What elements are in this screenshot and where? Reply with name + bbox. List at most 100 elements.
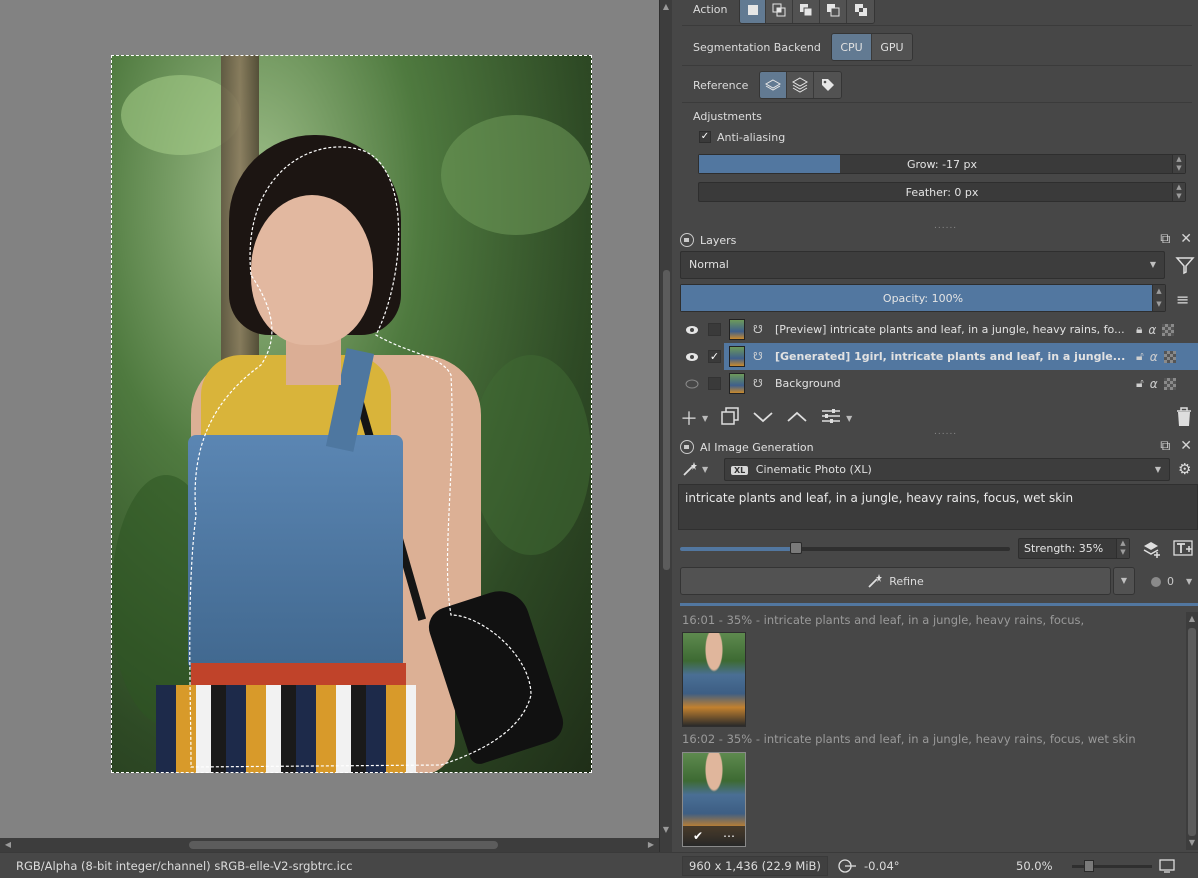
lock-icon[interactable]: 🔓︎ bbox=[1136, 376, 1144, 391]
float-dock-icon[interactable]: ⧉ bbox=[1160, 231, 1170, 247]
opacity-spinner[interactable]: ▲ ▼ bbox=[1152, 285, 1165, 311]
prompt-input[interactable]: intricate plants and leaf, in a jungle, … bbox=[678, 484, 1198, 530]
refine-button[interactable]: Refine bbox=[680, 567, 1111, 595]
chevron-down-icon: ▼ bbox=[1154, 465, 1161, 474]
gpu-button[interactable]: GPU bbox=[872, 34, 912, 60]
symmetric-difference-icon bbox=[854, 4, 867, 16]
refine-options-button[interactable]: ▼ bbox=[1113, 567, 1135, 595]
subtract-mode-button[interactable] bbox=[820, 0, 847, 23]
scroll-right-icon[interactable]: ▶ bbox=[645, 840, 657, 850]
anti-aliasing-checkbox[interactable]: ✓ bbox=[699, 131, 711, 143]
scroll-up-icon[interactable]: ▲ bbox=[1186, 614, 1198, 624]
visibility-eye-icon[interactable] bbox=[684, 322, 700, 338]
queue-indicator[interactable]: 0 ▼ bbox=[1151, 575, 1192, 588]
layer-select-checkbox[interactable] bbox=[708, 323, 721, 336]
scrollbar-thumb[interactable] bbox=[663, 270, 670, 570]
scroll-left-icon[interactable]: ◀ bbox=[2, 840, 14, 850]
apply-check-icon[interactable]: ✔ bbox=[693, 829, 703, 843]
settings-gear-icon[interactable]: ⚙ bbox=[1178, 460, 1191, 478]
symmetric-mode-button[interactable] bbox=[847, 0, 874, 23]
feather-spinner[interactable]: ▲ ▼ bbox=[1172, 183, 1185, 201]
cpu-button[interactable]: CPU bbox=[832, 34, 872, 60]
replace-mode-button[interactable] bbox=[740, 0, 766, 23]
region-icon[interactable] bbox=[1142, 540, 1162, 561]
layer-row[interactable]: ☋ [Preview] intricate plants and leaf, in… bbox=[680, 316, 1198, 343]
close-dock-icon[interactable]: ✕ bbox=[1180, 438, 1192, 454]
scrollbar-thumb[interactable] bbox=[189, 841, 498, 849]
transparency-icon[interactable] bbox=[1162, 323, 1175, 336]
scroll-up-icon[interactable]: ▲ bbox=[660, 2, 672, 12]
transparency-icon[interactable] bbox=[1163, 350, 1176, 363]
layer-select-checkbox[interactable] bbox=[708, 377, 721, 390]
chevron-down-icon[interactable]: ▼ bbox=[846, 414, 852, 423]
layer-row[interactable]: ✓ ☋ [Generated] 1girl, intricate plants an… bbox=[680, 343, 1198, 370]
layers-title: Layers bbox=[700, 233, 737, 247]
rotation-control[interactable]: -0.04° bbox=[838, 859, 900, 873]
add-mode-button[interactable] bbox=[793, 0, 820, 23]
history-scrollbar[interactable]: ▲ ▼ bbox=[1186, 612, 1198, 850]
xl-badge-icon: XL bbox=[731, 466, 749, 475]
thumbnail-actions: ✔ ⋯ bbox=[683, 826, 745, 846]
dock-lock-icon[interactable] bbox=[680, 233, 694, 247]
close-dock-icon[interactable]: ✕ bbox=[1180, 231, 1192, 247]
scroll-down-icon[interactable]: ▼ bbox=[1186, 838, 1198, 848]
image-dimensions[interactable]: 960 x 1,436 (22.9 MiB) bbox=[682, 856, 828, 876]
grow-slider[interactable]: Grow: -17 px ▲ ▼ bbox=[698, 154, 1186, 174]
dock-resize-grip[interactable]: ...... bbox=[934, 427, 957, 437]
canvas-image[interactable] bbox=[111, 55, 592, 773]
ai-dock-title: AI Image Generation bbox=[680, 440, 814, 454]
visibility-eye-icon[interactable] bbox=[684, 349, 700, 365]
zoom-slider[interactable] bbox=[1072, 860, 1152, 872]
alpha-lock-icon[interactable]: α bbox=[1150, 377, 1158, 391]
zoom-value[interactable]: 50.0% bbox=[1016, 859, 1053, 873]
chevron-down-icon[interactable]: ▼ bbox=[702, 414, 708, 423]
zoom-slider-handle[interactable] bbox=[1084, 860, 1094, 872]
strength-spinner[interactable]: ▲ ▼ bbox=[1116, 539, 1129, 558]
add-icon bbox=[800, 4, 813, 17]
opacity-slider[interactable]: Opacity: 100% ▲ ▼ bbox=[680, 284, 1166, 312]
alpha-lock-icon[interactable]: α bbox=[1148, 323, 1156, 337]
move-layer-up-icon[interactable] bbox=[786, 408, 808, 429]
scroll-down-icon[interactable]: ▼ bbox=[660, 825, 672, 835]
workspace-mode-button[interactable]: ▼ bbox=[682, 461, 708, 477]
history-thumbnail[interactable] bbox=[682, 632, 746, 727]
reference-labeled-button[interactable] bbox=[814, 72, 841, 98]
strength-slider-track[interactable] bbox=[680, 542, 1010, 554]
reference-layer-button[interactable] bbox=[760, 72, 787, 98]
dock-resize-grip[interactable]: ...... bbox=[934, 221, 957, 231]
more-options-icon[interactable]: ⋯ bbox=[723, 829, 735, 843]
strength-spinbox[interactable]: Strength: 35% ▲ ▼ bbox=[1018, 538, 1130, 559]
scrollbar-thumb[interactable] bbox=[1188, 628, 1196, 836]
text-prompt-icon[interactable] bbox=[1172, 538, 1196, 561]
duplicate-layer-icon[interactable] bbox=[720, 406, 740, 431]
grow-spinner[interactable]: ▲ ▼ bbox=[1172, 155, 1185, 173]
lock-icon[interactable]: 🔒︎ bbox=[1136, 322, 1142, 337]
layer-row[interactable]: ☋ Background 🔓︎ α bbox=[680, 370, 1198, 397]
dock-lock-icon[interactable] bbox=[680, 440, 694, 454]
filter-icon[interactable] bbox=[1174, 254, 1196, 276]
intersect-icon bbox=[772, 3, 786, 17]
canvas-area[interactable] bbox=[0, 0, 659, 838]
delete-layer-icon[interactable] bbox=[1174, 406, 1194, 431]
feather-slider[interactable]: Feather: 0 px ▲ ▼ bbox=[698, 182, 1186, 202]
canvas-horizontal-scrollbar[interactable]: ◀ ▶ bbox=[0, 838, 659, 852]
visibility-eye-icon[interactable] bbox=[684, 376, 700, 392]
transparency-icon[interactable] bbox=[1163, 377, 1176, 390]
intersect-mode-button[interactable] bbox=[766, 0, 793, 23]
blend-mode-select[interactable]: Normal ▼ bbox=[680, 251, 1165, 279]
alpha-lock-icon[interactable]: α bbox=[1150, 350, 1158, 364]
strength-slider-handle[interactable] bbox=[789, 542, 802, 554]
display-icon[interactable] bbox=[1158, 858, 1176, 877]
float-dock-icon[interactable]: ⧉ bbox=[1160, 438, 1170, 454]
style-select[interactable]: XL Cinematic Photo (XL) ▼ bbox=[724, 458, 1170, 481]
layer-properties-icon[interactable] bbox=[820, 407, 842, 430]
layer-menu-icon[interactable]: ≡ bbox=[1176, 290, 1189, 309]
history-thumbnail-selected[interactable]: ✔ ⋯ bbox=[682, 752, 746, 847]
reference-all-layers-button[interactable] bbox=[787, 72, 814, 98]
lock-icon[interactable]: 🔓︎ bbox=[1136, 349, 1144, 364]
subject-skirt bbox=[156, 685, 416, 773]
layer-select-checkbox[interactable]: ✓ bbox=[708, 350, 721, 363]
move-layer-down-icon[interactable] bbox=[752, 408, 774, 429]
canvas-vertical-scrollbar[interactable]: ▲ ▼ bbox=[659, 0, 672, 852]
add-layer-icon[interactable]: ＋ bbox=[680, 405, 698, 431]
